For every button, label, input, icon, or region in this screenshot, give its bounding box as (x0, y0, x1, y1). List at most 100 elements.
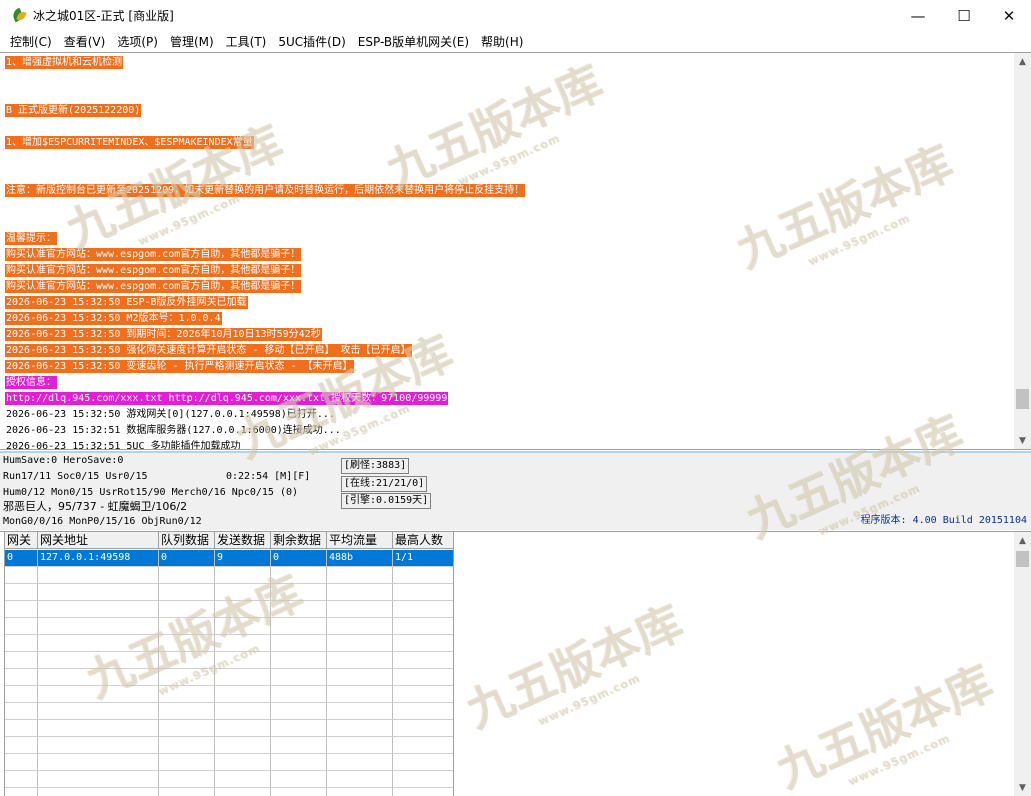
col-gateway-address[interactable]: 网关地址 (38, 532, 159, 549)
log-panel[interactable]: 1、增强虚拟机和云机检测 B 正式版更新(2025122200) 1、增加$ES… (0, 52, 1031, 450)
empty-cell (393, 788, 453, 796)
empty-cell (327, 601, 393, 618)
empty-cell (393, 584, 453, 601)
empty-cell (5, 703, 38, 720)
gateway-table-panel: 网关 网关地址 队列数据 发送数据 剩余数据 平均流量 最高人数 0 127.0… (0, 531, 1031, 796)
col-gateway[interactable]: 网关 (5, 532, 38, 549)
menu-view[interactable]: 查看(V) (58, 33, 112, 50)
maximize-icon[interactable]: ☐ (941, 0, 987, 31)
scroll-up-icon[interactable]: ▲ (1014, 53, 1031, 70)
empty-cell (215, 788, 271, 796)
empty-cell (393, 669, 453, 686)
empty-cell (215, 686, 271, 703)
empty-cell (159, 737, 215, 754)
menu-options[interactable]: 选项(P) (111, 33, 164, 50)
table-row-empty (5, 720, 453, 737)
table-row-empty (5, 635, 453, 652)
empty-cell (159, 567, 215, 584)
monster-status: 邪恶巨人，95/737 - 虹魔蝎卫/106/2 (3, 500, 188, 513)
empty-cell (38, 788, 159, 796)
run-status: Run17/11 Soc0/15 Usr0/15 (3, 471, 148, 482)
empty-cell (327, 720, 393, 737)
log-line: B 正式版更新(2025122200) (5, 104, 142, 117)
menu-tools[interactable]: 工具(T) (220, 33, 273, 50)
empty-cell (5, 567, 38, 584)
table-row[interactable]: 0 127.0.0.1:49598 0 9 0 488b 1/1 (5, 550, 453, 567)
empty-cell (38, 652, 159, 669)
program-version: 程序版本: 4.00 Build 20151104 (860, 515, 1027, 526)
empty-cell (327, 754, 393, 771)
table-row-empty (5, 754, 453, 771)
table-scroll-thumb[interactable] (1016, 551, 1029, 567)
monster-process-status: MonG0/0/16 MonP0/15/16 ObjRun0/12 (3, 516, 202, 527)
log-line: 2026-06-23 15:32:51 数据库服务器(127.0.0.1:600… (6, 425, 341, 436)
menu-help[interactable]: 帮助(H) (475, 33, 529, 50)
col-average-traffic[interactable]: 平均流量 (327, 532, 393, 549)
cell-max-users: 1/1 (393, 550, 453, 567)
empty-cell (393, 686, 453, 703)
empty-cell (215, 720, 271, 737)
table-scrollbar[interactable]: ▲ ▼ (1014, 532, 1031, 796)
empty-cell (38, 601, 159, 618)
object-status: Hum0/12 Mon0/15 UsrRot15/90 Merch0/16 Np… (3, 487, 299, 498)
empty-cell (393, 754, 453, 771)
scroll-up-icon[interactable]: ▲ (1014, 532, 1031, 549)
log-line: 购买认准官方网站：www.espgom.com官方自助，其他都是骗子！ (5, 280, 302, 293)
empty-cell (38, 720, 159, 737)
table-row-empty (5, 567, 453, 584)
empty-cell (215, 771, 271, 788)
status-panel: HumSave:0 HeroSave:0 Run17/11 Soc0/15 Us… (0, 451, 1031, 530)
empty-cell (271, 771, 327, 788)
empty-cell (393, 601, 453, 618)
empty-cell (327, 635, 393, 652)
col-sent-data[interactable]: 发送数据 (215, 532, 271, 549)
empty-cell (215, 567, 271, 584)
cell-gateway-address: 127.0.0.1:49598 (38, 550, 159, 567)
empty-cell (271, 788, 327, 796)
col-queue-data[interactable]: 队列数据 (159, 532, 215, 549)
menu-manage[interactable]: 管理(M) (164, 33, 220, 50)
table-row-empty (5, 788, 453, 796)
refresh-counter: [刷怪:3883] (341, 458, 410, 474)
empty-cell (38, 754, 159, 771)
empty-cell (327, 652, 393, 669)
empty-cell (159, 754, 215, 771)
close-icon[interactable]: ✕ (987, 0, 1031, 31)
col-max-users[interactable]: 最高人数 (393, 532, 453, 549)
log-line: 2026-06-23 15:32:50 M2版本号：1.0.0.4 (5, 312, 222, 325)
empty-cell (159, 686, 215, 703)
gateway-table[interactable]: 网关 网关地址 队列数据 发送数据 剩余数据 平均流量 最高人数 0 127.0… (4, 532, 454, 796)
empty-cell (5, 635, 38, 652)
empty-cell (38, 584, 159, 601)
menu-5uc-plugin[interactable]: 5UC插件(D) (272, 33, 351, 50)
scroll-down-icon[interactable]: ▼ (1014, 432, 1031, 449)
scroll-down-icon[interactable]: ▼ (1014, 779, 1031, 796)
empty-cell (159, 669, 215, 686)
empty-cell (327, 737, 393, 754)
save-status: HumSave:0 HeroSave:0 (3, 455, 124, 466)
empty-cell (215, 584, 271, 601)
empty-cell (215, 754, 271, 771)
empty-cell (5, 788, 38, 796)
empty-cell (5, 669, 38, 686)
cell-remaining-data: 0 (271, 550, 327, 567)
col-remaining-data[interactable]: 剩余数据 (271, 532, 327, 549)
empty-cell (327, 669, 393, 686)
table-row-empty (5, 771, 453, 788)
engine-uptime: [引擎:0.0159天] (341, 493, 432, 509)
empty-cell (271, 669, 327, 686)
empty-cell (38, 669, 159, 686)
empty-cell (215, 652, 271, 669)
log-scroll-thumb[interactable] (1016, 389, 1029, 409)
empty-cell (327, 618, 393, 635)
minimize-icon[interactable]: — (895, 0, 941, 31)
table-row-empty (5, 652, 453, 669)
menu-esp-gateway[interactable]: ESP-B版单机网关(E) (352, 33, 475, 50)
log-scrollbar[interactable]: ▲ ▼ (1014, 53, 1031, 449)
menu-control[interactable]: 控制(C) (4, 33, 58, 50)
empty-cell (271, 567, 327, 584)
log-lines: 1、增强虚拟机和云机检测 B 正式版更新(2025122200) 1、增加$ES… (5, 53, 1010, 449)
title-bar[interactable]: 冰之城01区-正式 [商业版] — ☐ ✕ (0, 0, 1031, 31)
log-line: 2026-06-23 15:32:50 变速齿轮 - 执行严格测速开启状态 - … (5, 360, 354, 373)
empty-cell (393, 771, 453, 788)
